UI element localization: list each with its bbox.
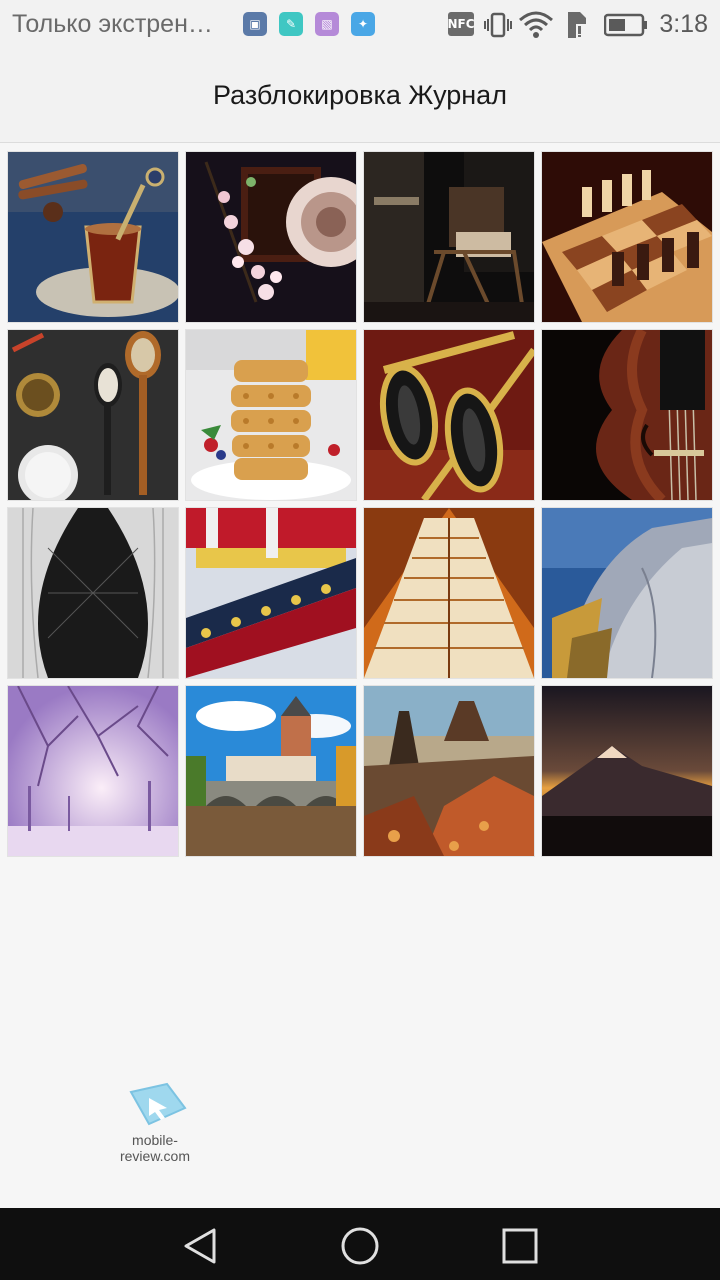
wallpaper-folding-chair-interior[interactable] <box>364 152 534 322</box>
wallpaper-white-arches[interactable] <box>8 508 178 678</box>
navigation-bar <box>0 1208 720 1280</box>
wallpaper-waffle-stack[interactable] <box>186 330 356 500</box>
wallpaper-mountain-sunset[interactable] <box>542 686 712 856</box>
wallpaper-spices-and-spoons[interactable] <box>8 330 178 500</box>
wallpaper-winter-forest[interactable] <box>8 686 178 856</box>
wallpaper-castle-bridge[interactable] <box>186 686 356 856</box>
wifi-icon <box>519 11 553 38</box>
wallpaper-tea-and-cinnamon[interactable] <box>8 152 178 322</box>
lvlup-app-icon: ▣ <box>243 12 267 36</box>
carrier-status-text: Только экстрен… <box>12 10 213 38</box>
pen-app-icon: ✎ <box>279 12 303 36</box>
wallpaper-chess-board[interactable] <box>542 152 712 322</box>
watermark-logo-icon <box>129 1082 187 1126</box>
wallpaper-golf-club-heads[interactable] <box>364 330 534 500</box>
battery-icon <box>604 13 647 37</box>
wallpaper-cherry-blossom-tray[interactable] <box>186 152 356 322</box>
wallpaper-grid <box>8 152 712 856</box>
gallery-app-icon: ▧ <box>315 12 339 36</box>
sim-icon <box>568 12 586 38</box>
watermark-text: mobile-review.com <box>119 1132 191 1164</box>
status-bar: Только экстрен… ▣ ✎ ▧ ✦ NFC 3:18 <box>0 0 720 50</box>
twitter-icon: ✦ <box>351 12 375 36</box>
wallpaper-escalator-geometry[interactable] <box>364 508 534 678</box>
wallpaper-pagoda-roof[interactable] <box>186 508 356 678</box>
page-title: Разблокировка Журнал <box>213 80 507 110</box>
vibrate-icon <box>484 12 512 38</box>
nfc-icon: NFC <box>447 12 475 36</box>
back-button[interactable] <box>180 1226 220 1266</box>
wallpaper-desert-rock[interactable] <box>364 686 534 856</box>
wallpaper-violin-closeup[interactable] <box>542 330 712 500</box>
app-header: Разблокировка Журнал <box>0 50 720 143</box>
home-button[interactable] <box>340 1226 380 1266</box>
wallpaper-metal-building[interactable] <box>542 508 712 678</box>
clock: 3:18 <box>659 10 708 38</box>
site-watermark: mobile-review.com <box>100 1082 210 1164</box>
recents-button[interactable] <box>500 1226 540 1266</box>
